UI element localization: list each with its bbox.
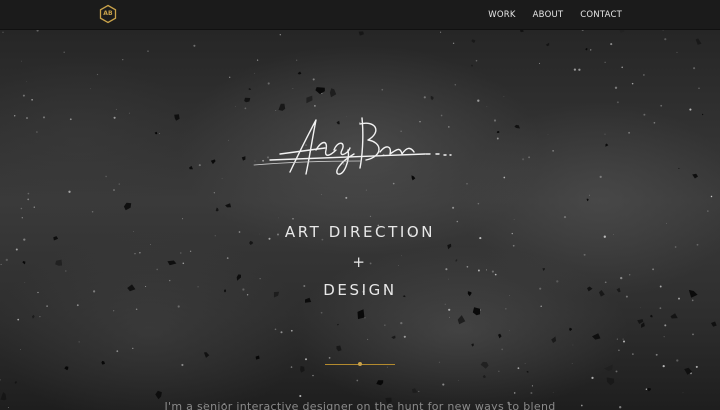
nav-link-about[interactable]: ABOUT — [533, 10, 564, 20]
hexagon-logo-icon[interactable]: AB — [98, 4, 118, 24]
debris-particles-background — [0, 30, 717, 410]
signature-graphic — [253, 117, 452, 175]
logo-text: AB — [103, 10, 113, 17]
hero-section: ART DIRECTION + DESIGN I'm a senior inte… — [0, 30, 720, 410]
top-navbar: AB WORK ABOUT CONTACT — [0, 0, 720, 30]
intro-text: I'm a senior interactive designer on the… — [164, 400, 556, 410]
headline-art-direction: ART DIRECTION — [284, 223, 436, 241]
headline-design: DESIGN — [323, 281, 397, 299]
nav-link-contact[interactable]: CONTACT — [580, 10, 622, 20]
nav-link-work[interactable]: WORK — [488, 10, 515, 20]
main-nav: WORK ABOUT CONTACT — [488, 0, 622, 29]
headline-plus: + — [352, 253, 368, 271]
divider-dot — [358, 362, 362, 366]
